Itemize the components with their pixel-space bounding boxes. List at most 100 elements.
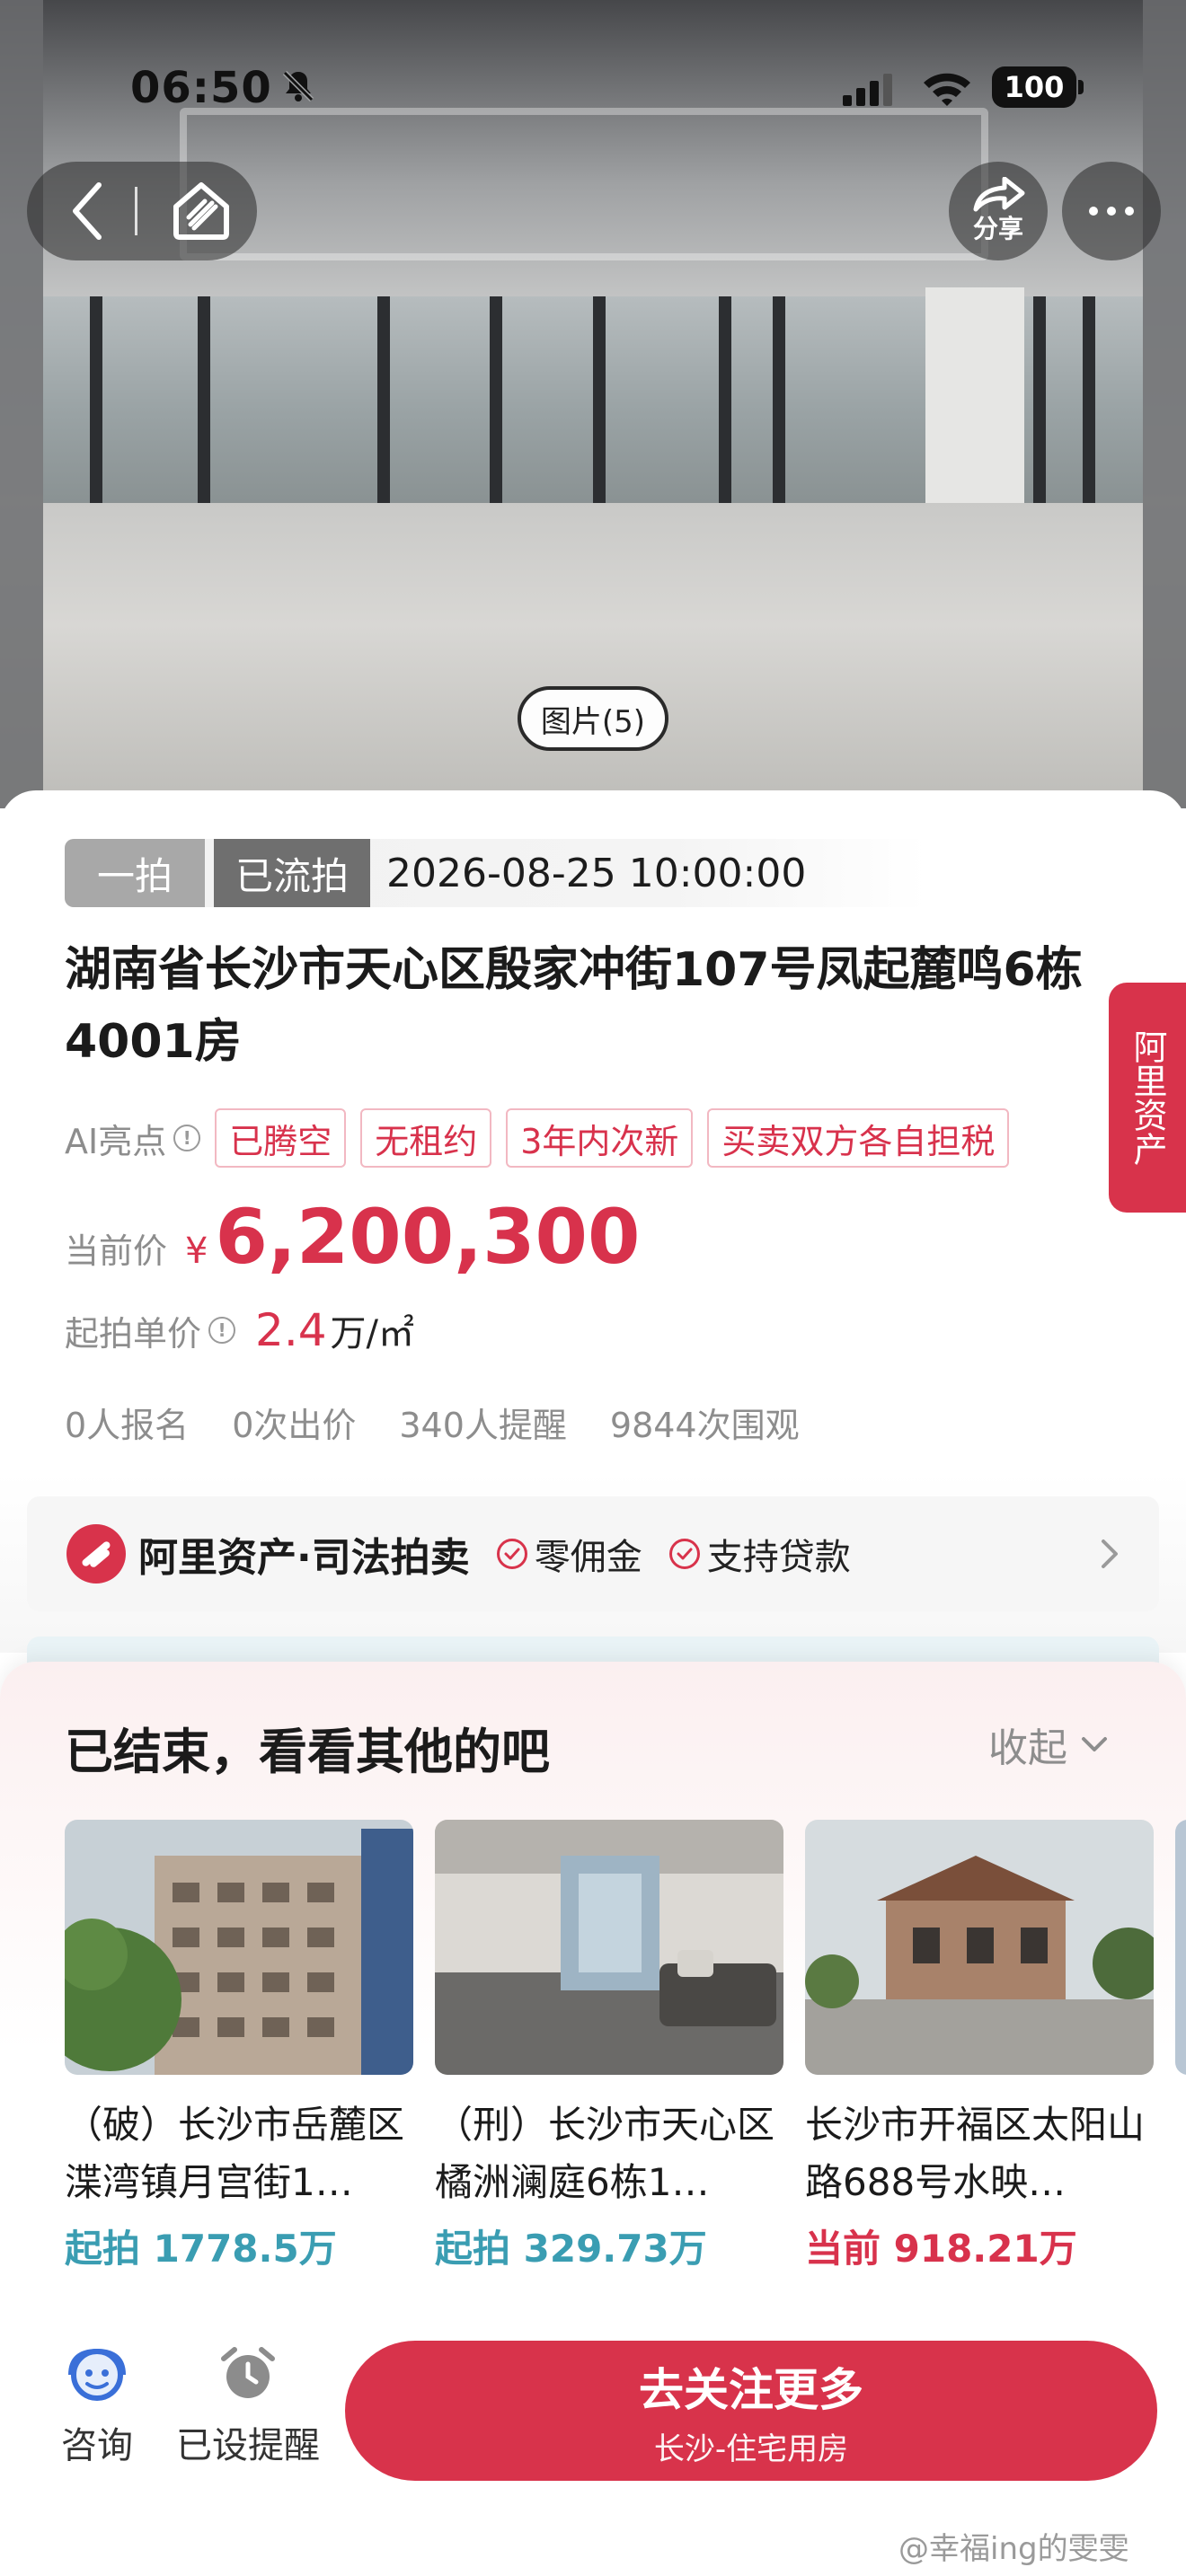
feature-loan-support: 支持贷款 (706, 1537, 851, 1578)
nav-divider (135, 187, 137, 235)
more-dot-icon (1089, 207, 1098, 216)
ai-highlights: AI亮点 ! 已腾空 无租约 3年内次新 买卖双方各自担税 (65, 1107, 1010, 1169)
follow-more-button[interactable]: 去关注更多 长沙-住宅用房 (345, 2341, 1157, 2481)
follow-more-subtitle: 长沙-住宅用房 (653, 2430, 849, 2467)
photo-mullion (773, 296, 785, 530)
chevron-right-icon (1102, 1539, 1118, 1568)
info-icon: ! (173, 1125, 201, 1151)
ai-label-text: AI亮点 (65, 1121, 167, 1161)
stat-bids: 0次出价 (232, 1406, 357, 1445)
card-photo (805, 1820, 1154, 2075)
ai-highlights-label[interactable]: AI亮点 ! (65, 1114, 201, 1163)
battery-indicator: 100 (992, 66, 1084, 108)
photo-edge (0, 0, 43, 808)
ai-tag: 买卖双方各自担税 (707, 1108, 1010, 1168)
home-icon (173, 182, 229, 240)
card-title: （刑）长沙市天心区橘洲澜庭6栋1… (435, 2103, 775, 2204)
ali-assets-logo-icon (66, 1524, 126, 1584)
photo-mullion (1033, 296, 1046, 530)
more-dot-icon (1125, 207, 1134, 216)
card-price: 起拍 1778.5万 (65, 2227, 337, 2269)
signal-icon (843, 74, 892, 106)
alarm-clock-icon (221, 2347, 275, 2398)
collapse-button[interactable]: 收起 (988, 1716, 1109, 1773)
price-label: 当前价 (65, 1231, 168, 1271)
card-photo (435, 1820, 783, 2075)
unit-price-suffix: 万/㎡ (330, 1313, 415, 1354)
status-tag: 已流拍 (214, 839, 371, 907)
more-button[interactable] (1062, 162, 1161, 260)
photo-mullion (377, 296, 390, 530)
ai-tag: 已腾空 (215, 1108, 347, 1168)
auction-stats: 0人报名 0次出价 340人提醒 9844次围观 (65, 1398, 800, 1447)
stat-views: 9844次围观 (609, 1406, 800, 1445)
photo-mullion (719, 296, 731, 530)
photo-mullion (593, 296, 606, 530)
brand-name: 阿里资产·司法拍卖 (138, 1535, 470, 1581)
photo-mullion (1083, 296, 1095, 530)
unit-price-label: 起拍单价 (65, 1314, 202, 1354)
recommendations-sheet: 已结束，看看其他的吧 收起 （破）长沙市岳麓区渫湾镇月宫街1… 起拍 1778.… (0, 1662, 1186, 2308)
info-icon[interactable]: ! (208, 1317, 236, 1344)
ai-tag: 3年内次新 (506, 1108, 694, 1168)
photo-ceiling-tray (180, 108, 988, 260)
share-label: 分享 (972, 214, 1023, 243)
current-price: 6,200,300 (215, 1193, 641, 1281)
stat-reminders: 340人提醒 (399, 1406, 567, 1445)
card-title: 长沙市开福区太阳山路688号水映… (805, 2103, 1146, 2204)
watermark: @幸福ing的雯雯 (898, 2524, 1129, 2568)
side-badge-label: 阿里资产 (1128, 1029, 1167, 1166)
sheet-title: 已结束，看看其他的吧 (65, 1724, 550, 1780)
unit-price: 2.4 (255, 1304, 327, 1356)
stat-signups: 0人报名 (65, 1406, 190, 1445)
judicial-auction-banner[interactable]: 阿里资产·司法拍卖 零佣金 支持贷款 (27, 1496, 1159, 1611)
card-price: 当前 918.21万 (805, 2227, 1077, 2269)
reminder-label: 已设提醒 (176, 2425, 320, 2466)
recommendation-card[interactable]: 长沙市开福区太阳山路688号水映… 当前 918.21万 (805, 1820, 1154, 2269)
photo-mullion (90, 296, 102, 530)
recommendation-carousel[interactable]: （破）长沙市岳麓区渫湾镇月宫街1… 起拍 1778.5万 （刑）长沙市天心区橘洲… (65, 1820, 1186, 2269)
recommendation-card[interactable]: （破）长沙市岳麓区渫湾镇月宫街1… 起拍 1778.5万 (65, 1820, 413, 2269)
customer-service-icon (68, 2348, 126, 2401)
photo-floor (43, 503, 1143, 808)
share-button[interactable]: 分享 (949, 162, 1048, 260)
check-circle-icon (496, 1539, 527, 1569)
price-currency: ¥ (185, 1231, 208, 1272)
unit-price-row: 起拍单价 ! 2.4 万/㎡ (65, 1304, 414, 1356)
auction-datetime: 2026-08-25 10:00:00 (386, 850, 807, 896)
photo-pillar (925, 287, 1024, 521)
card-photo (65, 1820, 413, 2075)
recommendation-card[interactable]: （刑）长沙市天心区橘洲澜庭6栋1… 起拍 329.73万 (435, 1820, 783, 2269)
ali-assets-side-badge[interactable]: 阿里资产 (1109, 983, 1186, 1213)
watermark-text: @幸福ing的雯雯 (898, 2531, 1129, 2567)
card-title: （破）长沙市岳麓区渫湾镇月宫街1… (65, 2103, 405, 2204)
card-photo (1175, 1820, 1186, 2075)
consult-label: 咨询 (61, 2425, 133, 2466)
photo-mullion (198, 296, 210, 530)
chevron-left-icon (73, 182, 102, 240)
card-price: 起拍 329.73万 (435, 2227, 707, 2269)
photo-edge (1143, 0, 1186, 808)
auction-tag-row: 一拍 已流拍 2026-08-25 10:00:00 (65, 839, 927, 907)
home-button[interactable] (160, 169, 243, 251)
recommendation-card-peek[interactable] (1175, 1820, 1186, 2075)
check-circle-icon (668, 1539, 700, 1569)
photo-count-badge[interactable]: 图片(5) (518, 686, 668, 751)
ai-tag: 无租约 (360, 1108, 492, 1168)
chevron-down-icon (1082, 1737, 1107, 1751)
reminder-button[interactable]: 已设提醒 (169, 2344, 327, 2468)
back-button[interactable] (50, 171, 122, 251)
property-title: 湖南省长沙市天心区殷家冲街107号凤起麓鸣6栋4001房 (65, 943, 1083, 1069)
status-time: 06:50 (130, 63, 272, 113)
more-dot-icon (1107, 207, 1116, 216)
feature-zero-commission: 零佣金 (534, 1537, 642, 1578)
follow-more-label: 去关注更多 (639, 2363, 863, 2416)
collapse-label: 收起 (988, 1725, 1067, 1771)
share-icon (973, 177, 1025, 212)
consult-button[interactable]: 咨询 (54, 2344, 140, 2468)
photo-mullion (490, 296, 502, 530)
round-tag: 一拍 (65, 839, 206, 907)
wifi-icon (924, 73, 970, 106)
current-price-row: 当前价 ¥ 6,200,300 (65, 1193, 640, 1281)
auction-info-card: 一拍 已流拍 2026-08-25 10:00:00 湖南省长沙市天心区殷家冲街… (0, 790, 1186, 1473)
